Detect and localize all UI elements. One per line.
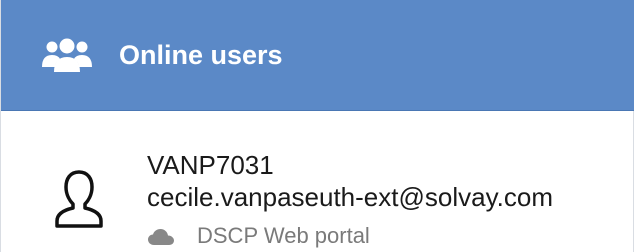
cloud-icon [147,228,175,246]
user-id: VANP7031 [147,150,274,180]
online-users-panel: Online users VANP7031 cecile.vanpaseuth-… [0,0,634,252]
panel-header: Online users [1,0,634,111]
portal-label: DSCP Web portal [197,223,370,248]
users-icon [41,36,93,74]
panel-title: Online users [119,40,283,70]
user-outline-icon [53,168,105,230]
user-email: cecile.vanpaseuth-ext@solvay.com [147,182,553,212]
